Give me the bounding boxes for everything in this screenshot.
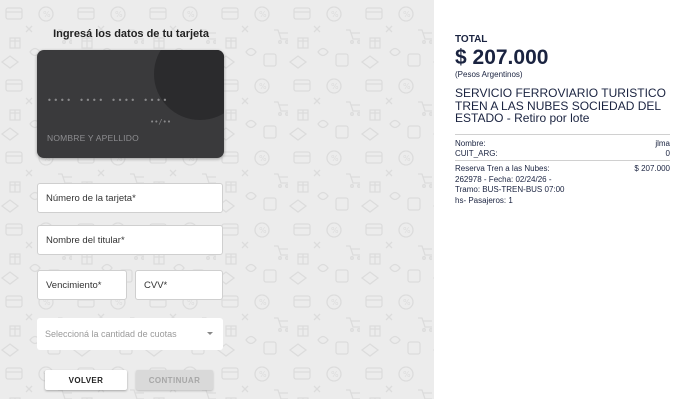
detail-label: Nombre:	[455, 139, 486, 148]
card-expiry-mask: ••/••	[150, 118, 172, 126]
total-label: TOTAL	[455, 34, 488, 45]
form-title: Ingresá los datos de tu tarjeta	[53, 28, 209, 40]
divider	[455, 134, 670, 135]
order-summary-panel: TOTAL $ 207.000 (Pesos Argentinos) SERVI…	[434, 0, 690, 399]
cvv-field[interactable]	[135, 270, 223, 300]
card-number-mask: •••• •••• •••• ••••	[47, 96, 169, 105]
merchant-name: SERVICIO FERROVIARIO TURISTICO TREN A LA…	[455, 86, 666, 125]
detail-value: jlma	[655, 139, 670, 148]
reservation-item: Reserva Tren a las Nubes: 262978 - Fecha…	[455, 164, 670, 206]
detail-row-name: Nombre: jlma	[455, 139, 670, 148]
reservation-description: Reserva Tren a las Nubes: 262978 - Fecha…	[455, 164, 565, 205]
payment-form-panel: % Ingresá los datos de tu tarjeta •••• •…	[0, 0, 434, 399]
detail-label: CUIT_ARG:	[455, 149, 498, 158]
detail-value: 0	[665, 149, 670, 158]
card-preview: •••• •••• •••• •••• ••/•• NOMBRE Y APELL…	[37, 50, 224, 158]
continue-button[interactable]: CONTINUAR	[136, 370, 213, 390]
card-holder-placeholder: NOMBRE Y APELLIDO	[47, 133, 139, 143]
expiry-field[interactable]	[37, 270, 127, 300]
detail-row-cuit: CUIT_ARG: 0	[455, 149, 670, 158]
installments-select[interactable]: Seleccioná la cantidad de cuotas	[37, 318, 223, 350]
expiry-input[interactable]	[46, 271, 126, 299]
currency-note: (Pesos Argentinos)	[455, 70, 523, 79]
installments-placeholder: Seleccioná la cantidad de cuotas	[45, 329, 177, 339]
card-number-input[interactable]	[46, 184, 222, 212]
card-number-field[interactable]	[37, 183, 223, 213]
back-button[interactable]: VOLVER	[45, 370, 127, 390]
card-decoration	[154, 50, 224, 120]
divider	[455, 160, 670, 161]
cvv-input[interactable]	[144, 271, 222, 299]
total-amount: $ 207.000	[455, 46, 549, 69]
holder-name-input[interactable]	[46, 226, 222, 254]
reservation-price: $ 207.000	[634, 164, 670, 173]
chevron-down-icon	[207, 332, 213, 335]
holder-name-field[interactable]	[37, 225, 223, 255]
